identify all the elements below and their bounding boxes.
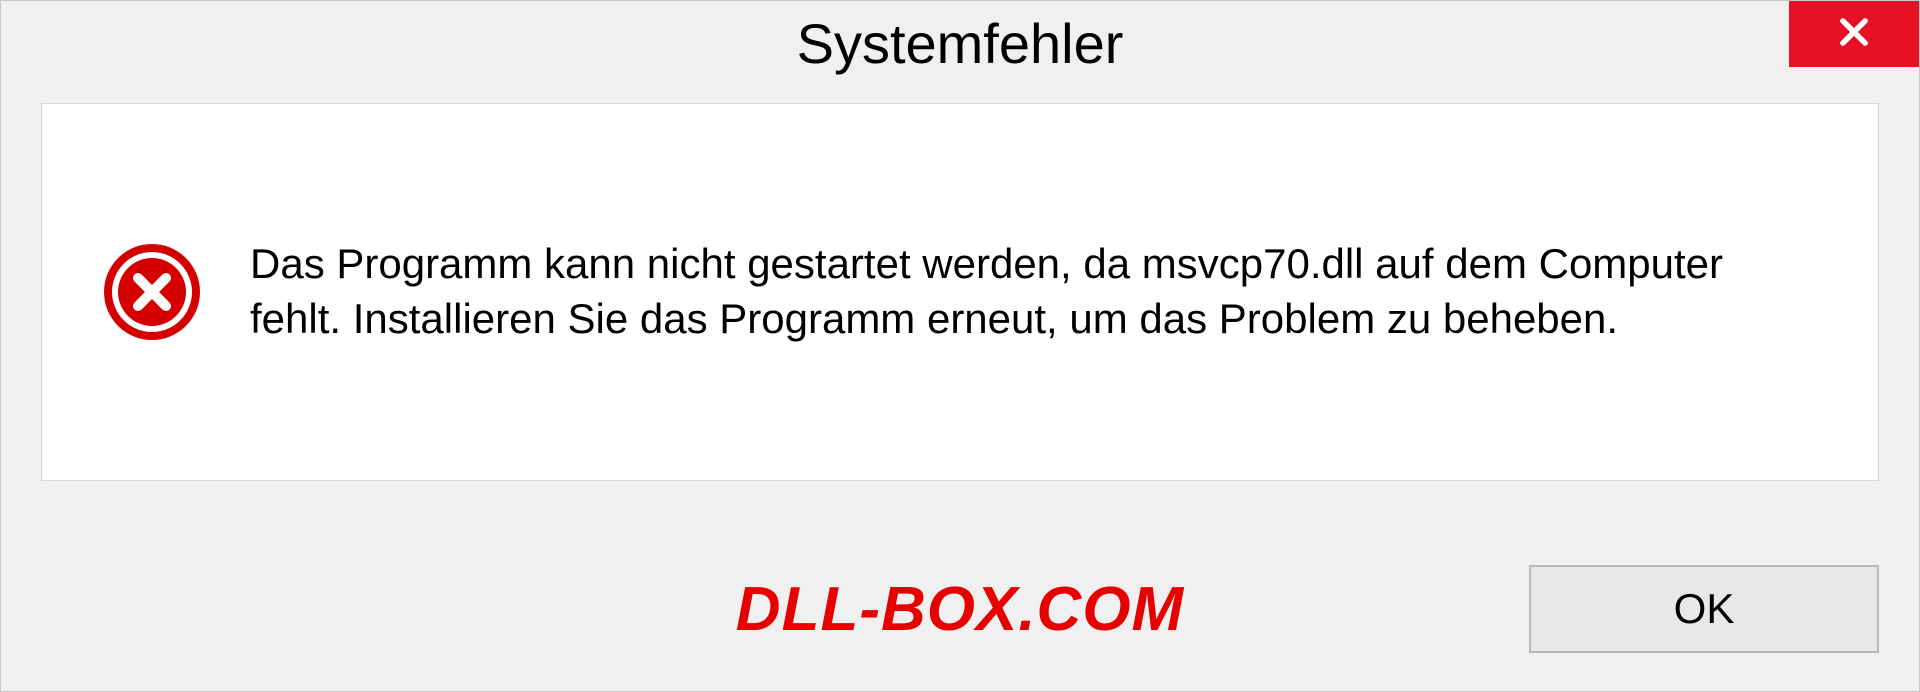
- error-dialog: Systemfehler Das Programm kann nicht ges…: [0, 0, 1920, 692]
- close-icon: [1835, 13, 1873, 56]
- ok-button-label: OK: [1674, 585, 1735, 633]
- watermark-text: DLL-BOX.COM: [736, 574, 1184, 645]
- bottom-bar: DLL-BOX.COM OK: [1, 527, 1919, 691]
- close-button[interactable]: [1789, 1, 1919, 67]
- dialog-title: Systemfehler: [797, 11, 1124, 76]
- error-icon: [102, 242, 202, 342]
- title-bar: Systemfehler: [1, 1, 1919, 85]
- content-area: Das Programm kann nicht gestartet werden…: [41, 103, 1879, 481]
- error-message: Das Programm kann nicht gestartet werden…: [250, 237, 1818, 346]
- ok-button[interactable]: OK: [1529, 565, 1879, 653]
